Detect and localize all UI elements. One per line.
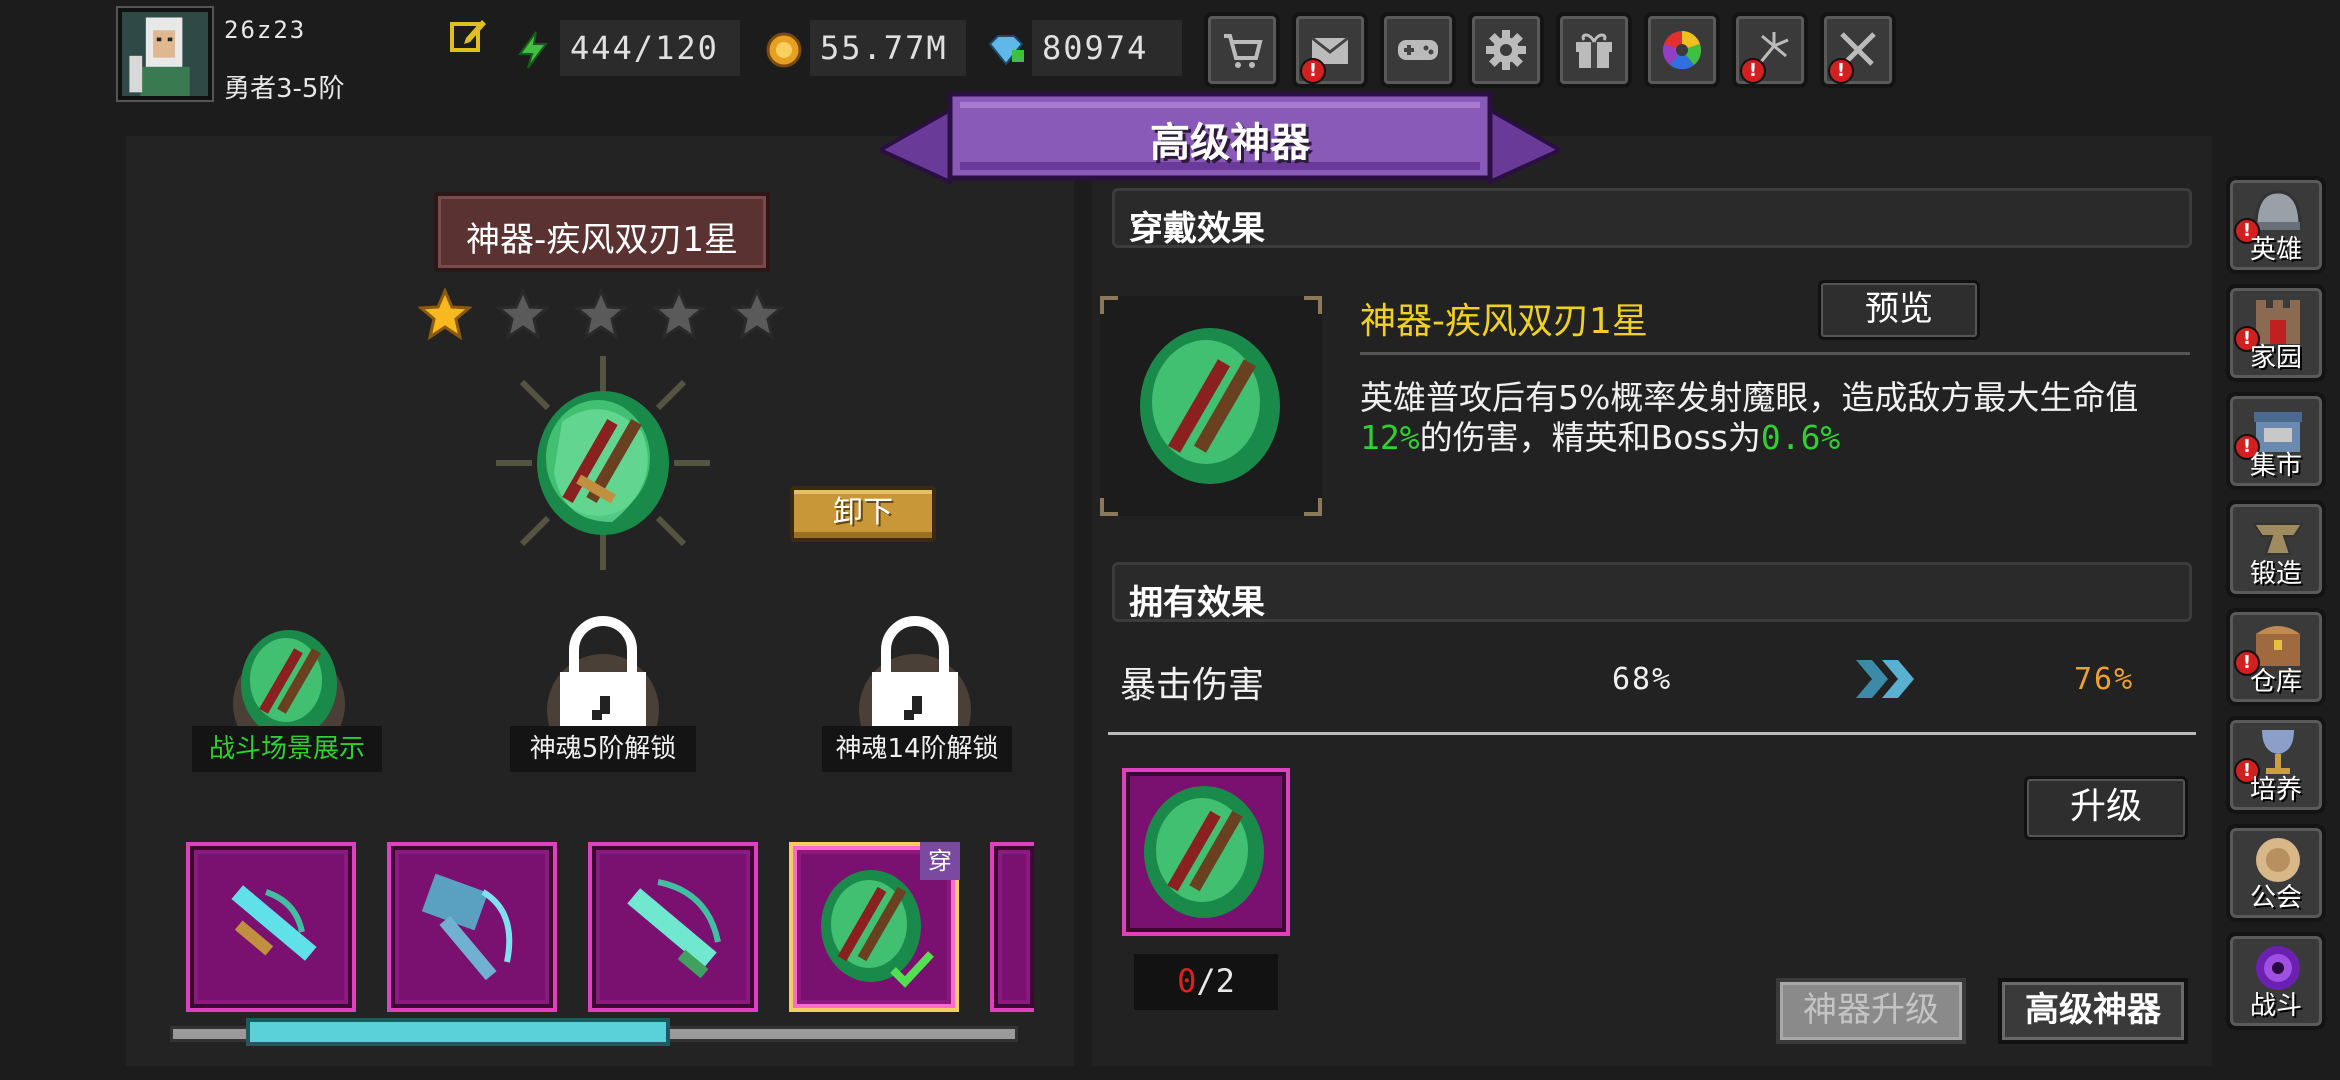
artifact-portrait-frame — [1100, 296, 1322, 516]
inventory-item-ice-blade[interactable] — [588, 842, 758, 1012]
star-empty-icon — [496, 288, 550, 341]
slot-label: 神魂5阶解锁 — [510, 726, 696, 772]
ice-hammer-icon — [421, 873, 513, 981]
gold-value: 55.77M — [810, 20, 966, 76]
gear-icon — [1486, 30, 1526, 70]
stat-next-value: 76% — [2074, 662, 2135, 697]
own-effect-header: 拥有效果 — [1112, 562, 2192, 623]
color-wheel-button[interactable] — [1644, 12, 1720, 88]
mail-button[interactable]: ! — [1292, 12, 1368, 88]
star-empty-icon — [730, 288, 784, 341]
avatar-portrait-icon — [122, 12, 208, 96]
shop-cart-button[interactable] — [1204, 12, 1280, 88]
divider — [1360, 352, 2190, 355]
inventory-item-ice-sword[interactable] — [186, 842, 356, 1012]
double-arrow-icon — [1856, 660, 1914, 698]
settings-button[interactable] — [1468, 12, 1544, 88]
star-empty-icon — [574, 288, 628, 341]
twin-blades-icon — [1140, 328, 1280, 484]
gamepad-icon — [1398, 40, 1438, 60]
twin-blades-icon — [821, 870, 934, 988]
artifact-twin-blades-icon — [496, 356, 710, 570]
upgrade-material-slot[interactable] — [1122, 768, 1290, 936]
ice-blade-icon — [627, 879, 721, 979]
sidebar-item-label: 培养 — [2249, 775, 2302, 805]
tab-artifact-upgrade[interactable]: 神器升级 — [1776, 978, 1966, 1044]
gift-button[interactable] — [1556, 12, 1632, 88]
alert-badge: ! — [1828, 58, 1854, 84]
player-rank: 勇者3-5阶 — [224, 74, 345, 104]
color-wheel-icon — [1662, 31, 1702, 70]
sidebar-item-market[interactable]: ! 集市 — [2226, 392, 2326, 490]
twin-blades-icon — [1144, 786, 1264, 918]
slot-label: 神魂14阶解锁 — [822, 726, 1012, 772]
sidebar-item-forge[interactable]: 锻造 — [2226, 500, 2326, 598]
player-avatar[interactable] — [118, 8, 212, 100]
material-owned: 0 — [1177, 962, 1197, 1000]
stat-current-value: 68% — [1612, 662, 1673, 697]
sidebar-item-label: 仓库 — [2249, 667, 2302, 697]
upgrade-button[interactable]: 升级 — [2024, 776, 2188, 840]
desc-text: 英雄普攻后有5%概率发射魔眼，造成敌方最大生命值 — [1360, 378, 2139, 417]
sidebar-item-label: 锻造 — [2249, 559, 2302, 589]
gem-icon — [988, 35, 1024, 66]
desc-value: 12% — [1360, 418, 1420, 457]
fireworks-button[interactable]: ! — [1732, 12, 1808, 88]
gem-value: 80974 — [1032, 20, 1182, 76]
preview-button[interactable]: 预览 — [1818, 280, 1980, 340]
battle-button[interactable]: ! — [1820, 12, 1896, 88]
equipped-tag: 穿 — [920, 842, 960, 880]
gamepad-button[interactable] — [1380, 12, 1456, 88]
sidebar-item-guild[interactable]: 公会 — [2226, 824, 2326, 922]
artifact-name: 神器-疾风双刃1星 — [1360, 301, 1648, 342]
artifact-title: 神器-疾风双刃1星 — [466, 220, 738, 260]
desc-value: 0.6% — [1760, 418, 1841, 457]
slot-label: 战斗场景展示 — [192, 726, 382, 772]
edit-icon[interactable] — [448, 16, 488, 56]
star-empty-icon — [652, 288, 706, 341]
desc-text: 的伤害，精英和Boss为 — [1419, 418, 1761, 457]
sidebar-item-label: 集市 — [2249, 451, 2302, 481]
cart-icon — [1224, 34, 1263, 68]
section-title: 穿戴效果 — [1129, 209, 1265, 249]
sidebar-item-home[interactable]: ! 家园 — [2226, 284, 2326, 382]
sidebar-item-label: 英雄 — [2249, 235, 2302, 265]
gift-icon — [1576, 33, 1612, 68]
sidebar-item-label: 战斗 — [2249, 991, 2302, 1021]
alert-badge: ! — [1740, 58, 1766, 84]
sidebar-item-hero[interactable]: ! 英雄 — [2226, 176, 2326, 274]
ice-sword-icon — [231, 885, 317, 961]
energy-value: 444/120 — [560, 20, 740, 76]
material-count: 0/2 — [1134, 962, 1278, 1000]
sidebar-item-label: 公会 — [2249, 883, 2302, 913]
star-filled-icon — [418, 288, 472, 341]
gold-coin-icon — [766, 32, 802, 68]
section-title: 拥有效果 — [1129, 583, 1265, 623]
inventory-item-partial[interactable] — [990, 842, 1034, 1012]
material-required: 2 — [1215, 962, 1235, 1000]
inventory-item-ice-hammer[interactable] — [387, 842, 557, 1012]
effect-description: 英雄普攻后有5%概率发射魔眼，造成敌方最大生命值12%的伤害，精英和Boss为0… — [1360, 378, 2190, 458]
energy-icon — [518, 31, 548, 69]
material-separator: / — [1196, 962, 1216, 1000]
sidebar-item-label: 家园 — [2249, 343, 2302, 373]
player-id: 26z23 — [224, 16, 307, 44]
tab-advanced-artifact[interactable]: 高级神器 — [1998, 978, 2188, 1044]
inventory-scrollbar-thumb[interactable] — [246, 1018, 671, 1046]
wear-effect-header: 穿戴效果 — [1112, 188, 2192, 249]
sidebar-item-cultivate[interactable]: ! 培养 — [2226, 716, 2326, 814]
sidebar-item-battle[interactable]: 战斗 — [2226, 932, 2326, 1030]
sidebar-item-warehouse[interactable]: ! 仓库 — [2226, 608, 2326, 706]
page-title: 高级神器 — [1150, 120, 1310, 166]
alert-badge: ! — [1300, 58, 1326, 84]
stat-name: 暴击伤害 — [1120, 665, 1265, 706]
unequip-button[interactable]: 卸下 — [790, 486, 936, 542]
divider — [1108, 732, 2196, 735]
